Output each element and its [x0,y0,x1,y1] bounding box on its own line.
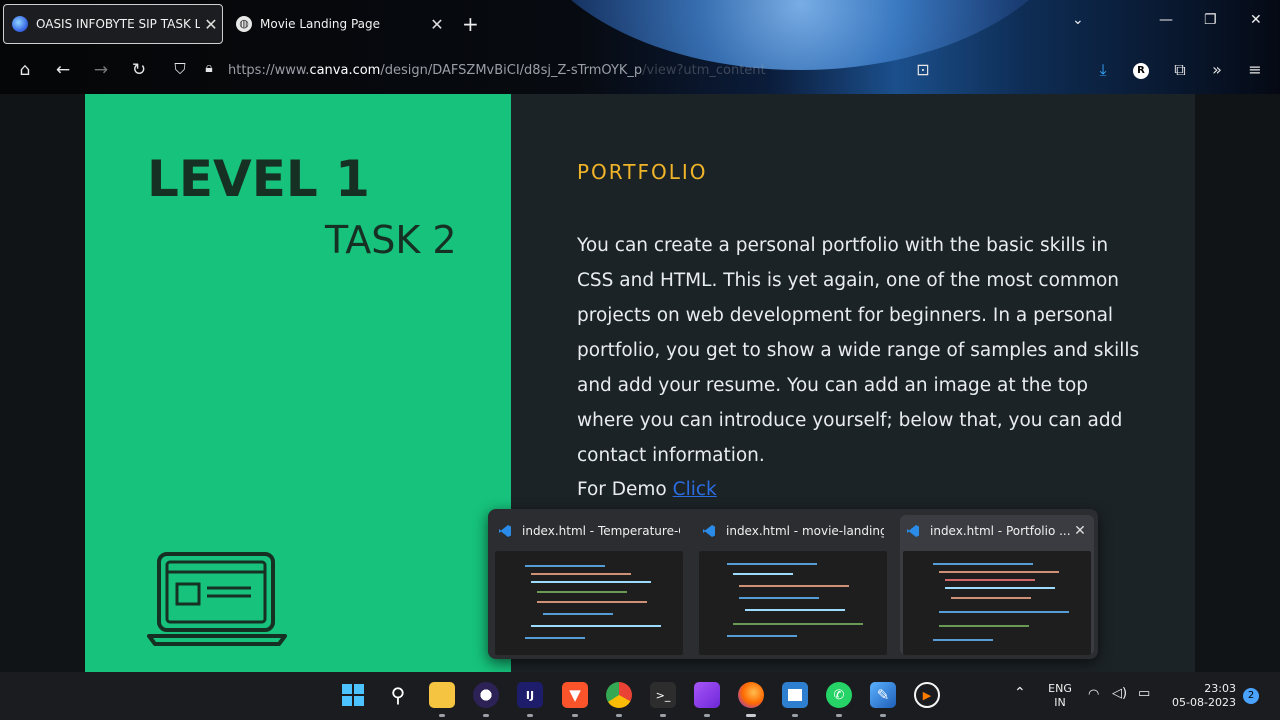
running-indicator [880,714,886,717]
running-indicator [616,714,622,717]
window-close-icon[interactable]: ✕ [1250,12,1262,28]
minimize-icon[interactable]: — [1159,12,1173,28]
demo-click-link[interactable]: Click [673,479,717,500]
slide-left-panel: LEVEL 1 TASK 2 [85,94,511,672]
language-region: IN [1054,696,1066,709]
url-prefix: https://www. [228,63,310,78]
forward-arrow-icon[interactable]: → [89,60,113,80]
running-indicator [527,714,533,717]
browser-chrome: OASIS INFOBYTE SIP TASK LIST ✕ ◍ Movie L… [0,0,1280,94]
reload-icon[interactable]: ↻ [127,60,151,80]
firefox-icon[interactable] [738,682,764,708]
url-domain: canva.com [309,63,381,78]
preview-thumbnail [699,551,887,655]
preview-thumbnail [903,551,1091,655]
language-code: ENG [1048,682,1072,695]
preview-title: index.html - movie-landing-p... [726,524,884,538]
notification-count-badge[interactable]: 2 [1243,688,1259,704]
task-heading: TASK 2 [325,218,457,262]
vscode-icon [907,525,919,537]
chrome-icon[interactable] [606,682,632,708]
home-icon[interactable]: ⌂ [13,60,37,80]
running-indicator [836,714,842,717]
preview-title: index.html - Portfolio ... [930,524,1071,538]
intellij-icon[interactable]: IJ [517,682,543,708]
clock[interactable]: 23:03 05-08-2023 [1168,682,1240,710]
demo-line: For Demo Click [577,472,717,507]
preview-window-temperature[interactable]: index.html - Temperature-Co... [492,515,686,655]
file-explorer-icon[interactable] [429,682,455,708]
wifi-icon[interactable]: ◠ [1088,688,1099,702]
tab-movie-landing-page[interactable]: ◍ Movie Landing Page ✕ [228,4,448,44]
running-indicator [660,714,666,717]
running-indicator [439,714,445,717]
reader-view-icon[interactable]: ⊡ [911,60,935,79]
lock-icon[interactable]: 🔒︎ [197,60,221,76]
tab-bar: OASIS INFOBYTE SIP TASK LIST ✕ ◍ Movie L… [0,0,1280,48]
tab-close-icon[interactable]: ✕ [200,15,222,34]
preview-window-movie-landing[interactable]: index.html - movie-landing-p... [696,515,890,655]
level-heading: LEVEL 1 [147,150,370,208]
profile-avatar-icon[interactable]: R [1133,63,1149,79]
search-icon[interactable]: ⚲ [385,682,411,708]
notepad-icon[interactable] [782,682,808,708]
eclipse-icon[interactable] [473,682,499,708]
vscode-icon [703,525,715,537]
preview-thumbnail [495,551,683,655]
taskbar-window-preview: index.html - Temperature-Co... index.htm… [488,509,1098,659]
show-hidden-icons-chevron-icon[interactable]: ⌃ [1014,686,1026,700]
url-bar[interactable]: https://www.canva.com/design/DAFSZMvBiCI… [228,63,766,78]
clock-time: 23:03 [1204,682,1236,695]
portfolio-description: You can create a personal portfolio with… [577,235,1140,466]
list-all-tabs-chevron-icon[interactable]: ⌄ [1072,12,1084,28]
running-indicator [572,714,578,717]
portfolio-heading: PORTFOLIO [577,160,708,184]
vscode-icon [499,525,511,537]
tab-oasis-task-list[interactable]: OASIS INFOBYTE SIP TASK LIST ✕ [3,4,223,44]
running-indicator [746,714,756,717]
preview-close-icon[interactable]: ✕ [1072,523,1088,539]
tab-close-icon[interactable]: ✕ [426,15,448,34]
laptop-icon [147,552,287,646]
globe-favicon-icon: ◍ [236,16,252,32]
paint-icon[interactable]: ✎ [870,682,896,708]
demo-label: For Demo [577,479,667,500]
canva-favicon-icon [12,16,28,32]
running-indicator [792,714,798,717]
battery-icon[interactable]: ▭ [1138,687,1150,701]
windows-start-icon[interactable] [340,682,366,708]
clock-date: 05-08-2023 [1172,696,1236,709]
shield-icon[interactable]: ⛉ [168,60,192,78]
volume-icon[interactable]: ◁) [1112,687,1127,701]
media-player-icon[interactable]: ▶ [914,682,940,708]
url-path-faded: /view?utm_content [642,63,766,78]
terminal-icon[interactable]: >_ [650,682,676,708]
brave-browser-icon[interactable]: ▼ [562,682,588,708]
back-arrow-icon[interactable]: ← [51,60,75,80]
restore-icon[interactable]: ❐ [1204,12,1217,28]
preview-title: index.html - Temperature-Co... [522,524,680,538]
windows-taskbar: ⚲ IJ ▼ >_ ✆ ✎ ▶ ⌃ ENG IN ◠ ◁) ▭ 23:03 05… [0,672,1280,720]
video-editor-icon[interactable] [694,682,720,708]
menu-hamburger-icon[interactable]: ≡ [1243,60,1267,79]
preview-window-portfolio[interactable]: index.html - Portfolio ... ✕ [900,515,1094,655]
whatsapp-icon[interactable]: ✆ [826,682,852,708]
tab-title: Movie Landing Page [260,17,381,31]
nav-bar: ⌂ ← → ↻ ⛉ 🔒︎ https://www.canva.com/desig… [0,52,1280,92]
new-tab-plus-icon[interactable]: + [462,12,479,36]
language-indicator[interactable]: ENG IN [1044,682,1076,710]
running-indicator [483,714,489,717]
download-icon[interactable]: ⤓ [1091,60,1115,80]
extensions-puzzle-icon[interactable]: ⧉ [1168,60,1192,80]
overflow-chevrons-icon[interactable]: » [1205,60,1229,79]
tab-title: OASIS INFOBYTE SIP TASK LIST [36,17,200,31]
url-path: /design/DAFSZMvBiCI/d8sj_Z-sTrmOYK_p [380,63,643,78]
running-indicator [704,714,710,717]
